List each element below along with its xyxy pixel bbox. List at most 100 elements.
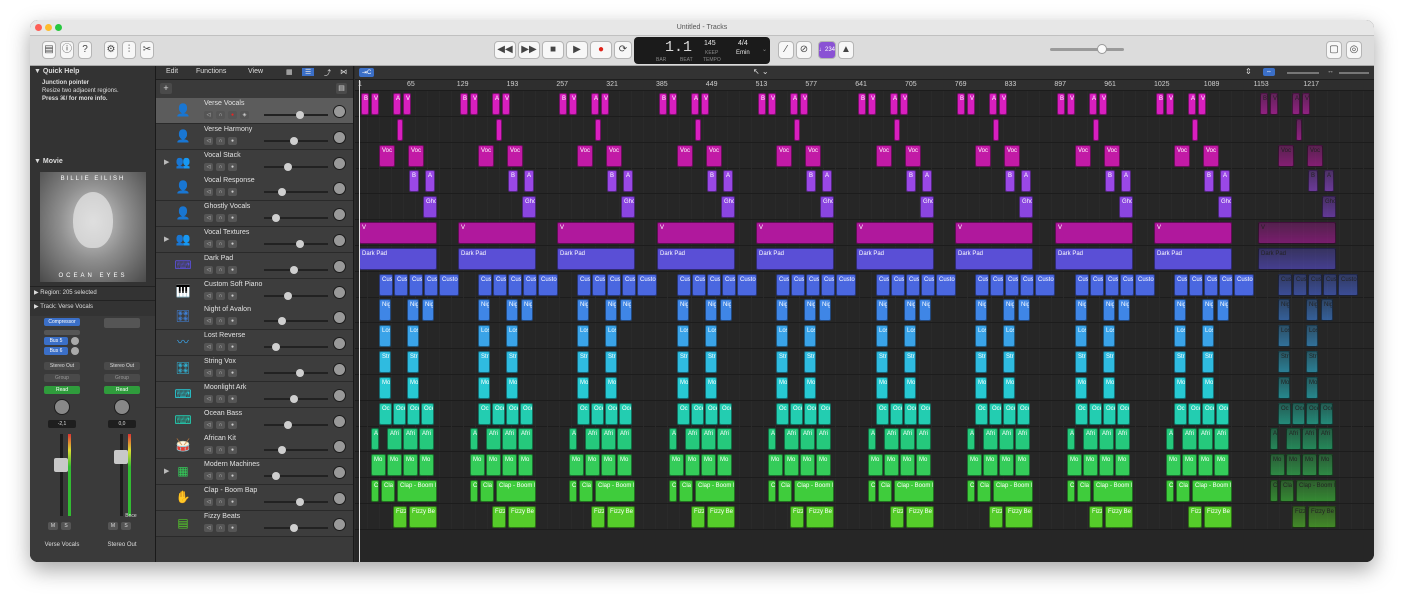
- automation-mode[interactable]: Read: [44, 386, 80, 394]
- record-enable-icon[interactable]: ●: [228, 446, 237, 455]
- region[interactable]: Mo: [677, 376, 689, 399]
- region[interactable]: Voc: [577, 144, 593, 167]
- region[interactable]: B: [1057, 93, 1065, 115]
- vertical-zoom-slider[interactable]: [1287, 72, 1319, 74]
- region[interactable]: Los: [1306, 325, 1318, 348]
- region[interactable]: Custo: [1338, 273, 1358, 296]
- region[interactable]: Fizzy Be: [1204, 505, 1232, 528]
- region[interactable]: B: [1005, 170, 1015, 193]
- region[interactable]: Fizzy Be: [707, 505, 735, 528]
- headphones-icon[interactable]: ∩: [216, 523, 225, 532]
- pan-knob[interactable]: [333, 337, 346, 351]
- track-header[interactable]: ⌨ Moonlight Ark ◁ ∩ ●: [156, 381, 353, 408]
- region[interactable]: Mo: [705, 376, 717, 399]
- region[interactable]: Afri: [816, 428, 831, 451]
- region[interactable]: Dark Pad: [557, 247, 635, 270]
- track-name[interactable]: Vocal Textures: [204, 229, 249, 236]
- mute-icon[interactable]: ◁: [204, 240, 213, 248]
- record-enable-icon[interactable]: ●: [228, 291, 237, 300]
- region[interactable]: Oce: [719, 402, 732, 425]
- region[interactable]: Cla: [480, 480, 494, 502]
- waveform-zoom-icon[interactable]: ⇕: [1245, 67, 1252, 76]
- disclosure-triangle-icon[interactable]: ▶: [164, 467, 169, 475]
- region[interactable]: Afri: [502, 428, 517, 451]
- region[interactable]: Oce: [1292, 402, 1305, 425]
- mute-icon[interactable]: ◁: [204, 265, 213, 274]
- region[interactable]: Voc: [1203, 144, 1219, 167]
- region[interactable]: Oce: [1017, 402, 1030, 425]
- region[interactable]: Dark Pad: [1154, 247, 1232, 270]
- region[interactable]: Stri: [379, 351, 391, 373]
- headphones-icon[interactable]: ∩: [216, 472, 225, 481]
- region[interactable]: Dark Pad: [657, 247, 735, 270]
- record-enable-icon[interactable]: ●: [228, 369, 237, 377]
- region[interactable]: Stri: [605, 351, 617, 373]
- region[interactable]: Custo: [936, 273, 956, 296]
- region[interactable]: Oce: [520, 402, 533, 425]
- region[interactable]: Fizzy: [691, 505, 705, 528]
- region[interactable]: Stri: [1202, 351, 1214, 373]
- region[interactable]: A: [723, 170, 733, 193]
- settings-icon[interactable]: ⚙: [104, 41, 118, 59]
- region[interactable]: Oc: [1075, 402, 1088, 425]
- region[interactable]: Cus: [707, 273, 721, 296]
- region[interactable]: B: [607, 170, 617, 193]
- region[interactable]: Cla: [579, 480, 593, 502]
- track-name[interactable]: Fizzy Beats: [204, 513, 240, 520]
- region[interactable]: Cus: [677, 273, 691, 296]
- automation-mode[interactable]: Read: [104, 386, 140, 394]
- region[interactable]: A: [967, 428, 975, 451]
- region[interactable]: Oc: [1174, 402, 1187, 425]
- region[interactable]: Oce: [1306, 402, 1319, 425]
- mute-icon[interactable]: ◁: [204, 317, 213, 326]
- pointer-tool-icon[interactable]: ↖ ⌄: [753, 67, 769, 76]
- movie-header[interactable]: ▼ Movie: [30, 156, 67, 167]
- mute-button[interactable]: M: [48, 522, 58, 530]
- track-name[interactable]: Lost Reverse: [204, 332, 245, 339]
- record-enable-icon[interactable]: ●: [228, 420, 237, 429]
- global-tracks-icon[interactable]: ▤: [336, 83, 347, 94]
- region[interactable]: Voc: [776, 144, 792, 167]
- region[interactable]: Mo: [1015, 454, 1030, 477]
- region[interactable]: Nig: [1075, 299, 1087, 322]
- volume-knob[interactable]: [272, 214, 280, 223]
- empty-slot[interactable]: [104, 318, 140, 328]
- region[interactable]: Mo: [1166, 454, 1181, 477]
- output-slot[interactable]: Stereo Out: [104, 362, 140, 370]
- region[interactable]: Mo: [717, 454, 732, 477]
- region[interactable]: Mo: [701, 454, 716, 477]
- track-lane[interactable]: Stri Stri Stri Stri Stri Stri Stri Stri Stri Stri…: [355, 349, 1374, 375]
- mute-icon[interactable]: ◁: [204, 420, 213, 429]
- region[interactable]: V: [1302, 93, 1310, 115]
- region[interactable]: Oce: [1117, 402, 1130, 425]
- mute-icon[interactable]: ◁: [204, 188, 213, 197]
- volume-knob[interactable]: [278, 446, 286, 455]
- region[interactable]: Los: [379, 325, 391, 348]
- region[interactable]: V: [470, 93, 478, 115]
- region[interactable]: Oce: [492, 402, 505, 425]
- region[interactable]: Cus: [1204, 273, 1218, 296]
- region[interactable]: Gho: [1019, 196, 1033, 219]
- region[interactable]: Oc: [1278, 402, 1291, 425]
- region[interactable]: Clap - Boom B: [993, 480, 1033, 502]
- fast-forward-button[interactable]: ▶▶: [518, 41, 540, 59]
- region[interactable]: Afri: [1083, 428, 1098, 451]
- horizontal-zoom-icon[interactable]: ↔: [1327, 68, 1334, 75]
- loop-browser-icon[interactable]: ◎: [1346, 41, 1362, 59]
- master-volume-knob[interactable]: [1097, 44, 1107, 54]
- record-enable-icon[interactable]: ●: [228, 343, 237, 352]
- library-button[interactable]: ▤: [42, 41, 56, 59]
- region[interactable]: Dark Pad: [1055, 247, 1133, 270]
- region[interactable]: Voc: [706, 144, 722, 167]
- region[interactable]: Mo: [900, 454, 915, 477]
- record-enable-icon[interactable]: ●: [228, 394, 237, 403]
- track-lane[interactable]: Mo Mo Mo Mo Mo Mo Mo Mo Mo Mo Mo Mo Mo Mo Mo Mo Mo Mo Mo Mo…: [355, 452, 1374, 479]
- send-knob-1[interactable]: [71, 337, 79, 345]
- region[interactable]: Stri: [506, 351, 518, 373]
- region[interactable]: Oce: [605, 402, 618, 425]
- region[interactable]: Fizzy: [1188, 505, 1202, 528]
- region[interactable]: Clap - Boom B: [695, 480, 735, 502]
- volume-knob[interactable]: [296, 498, 304, 506]
- pan-knob[interactable]: [333, 285, 346, 299]
- region[interactable]: Oce: [1103, 402, 1116, 425]
